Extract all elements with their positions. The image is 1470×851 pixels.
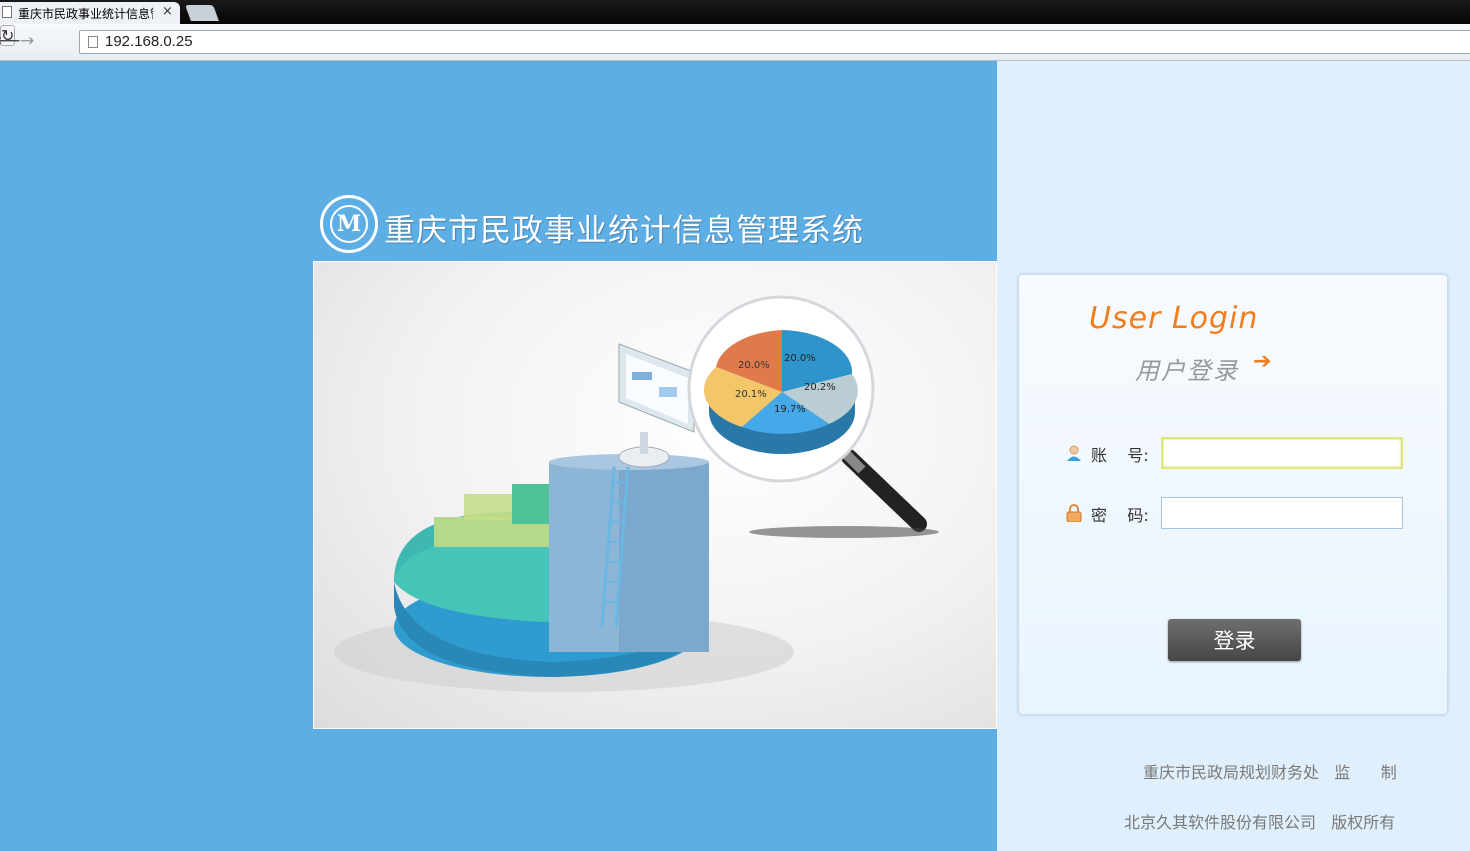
browser-tab[interactable]: 重庆市民政事业统计信息管 × [0,2,180,24]
forward-icon[interactable]: → [20,32,34,50]
browser-tab-bar: 重庆市民政事业统计信息管 × [0,0,1470,24]
password-input[interactable] [1161,497,1403,529]
url-text[interactable]: 192.168.0.25 [105,33,193,50]
logo-glyph: M [330,205,368,243]
footer-copyright: 北京久其软件股份有限公司 版权所有 [1124,813,1396,832]
login-title-en: User Login [1089,301,1259,336]
username-input[interactable] [1161,437,1403,469]
arrow-right-icon: ➔ [1253,349,1272,374]
tab-close-icon[interactable]: × [162,4,173,19]
page-icon [88,36,98,48]
footer-supervisor: 重庆市民政局规划财务处 监 制 [1143,763,1397,782]
pie-label-blue: 20.0% [784,353,816,364]
login-button[interactable]: 登录 [1168,619,1301,661]
lock-icon [1066,504,1082,522]
pie-label-orange: 20.0% [738,360,770,371]
browser-toolbar: ⟵ → ↻ 192.168.0.25 [0,24,1470,61]
statistics-illustration: 20.0% 20.0% 20.2% 19.7% 20.1% [334,295,939,692]
system-title: 重庆市民政事业统计信息管理系统 [384,213,864,249]
hero-illustration: 20.0% 20.0% 20.2% 19.7% 20.1% [313,261,997,729]
pie-label-gray: 20.2% [804,382,836,393]
username-label: 账 号: [1091,446,1149,465]
login-page: M 重庆市民政事业统计信息管理系统 20.0% 20.0% 20.2% 19.7… [0,61,1470,851]
pie-label-lightblue: 19.7% [774,404,806,415]
password-label: 密 码: [1091,506,1149,525]
stair-step-3 [512,484,549,524]
new-tab-button[interactable] [185,5,219,21]
page-icon [2,6,12,18]
civil-affairs-logo: M [320,195,378,253]
monitor-icon [618,343,695,468]
pie-label-yellow: 20.1% [735,389,767,400]
tab-title: 重庆市民政事业统计信息管 [18,7,153,21]
address-bar[interactable]: 192.168.0.25 [79,30,1470,54]
login-panel: User Login 用户登录 ➔ 账 号: 密 码: 登录 [1018,274,1448,715]
user-icon [1067,445,1081,461]
login-title-cn: 用户登录 [1135,357,1239,385]
back-icon[interactable]: ⟵ [0,32,20,50]
